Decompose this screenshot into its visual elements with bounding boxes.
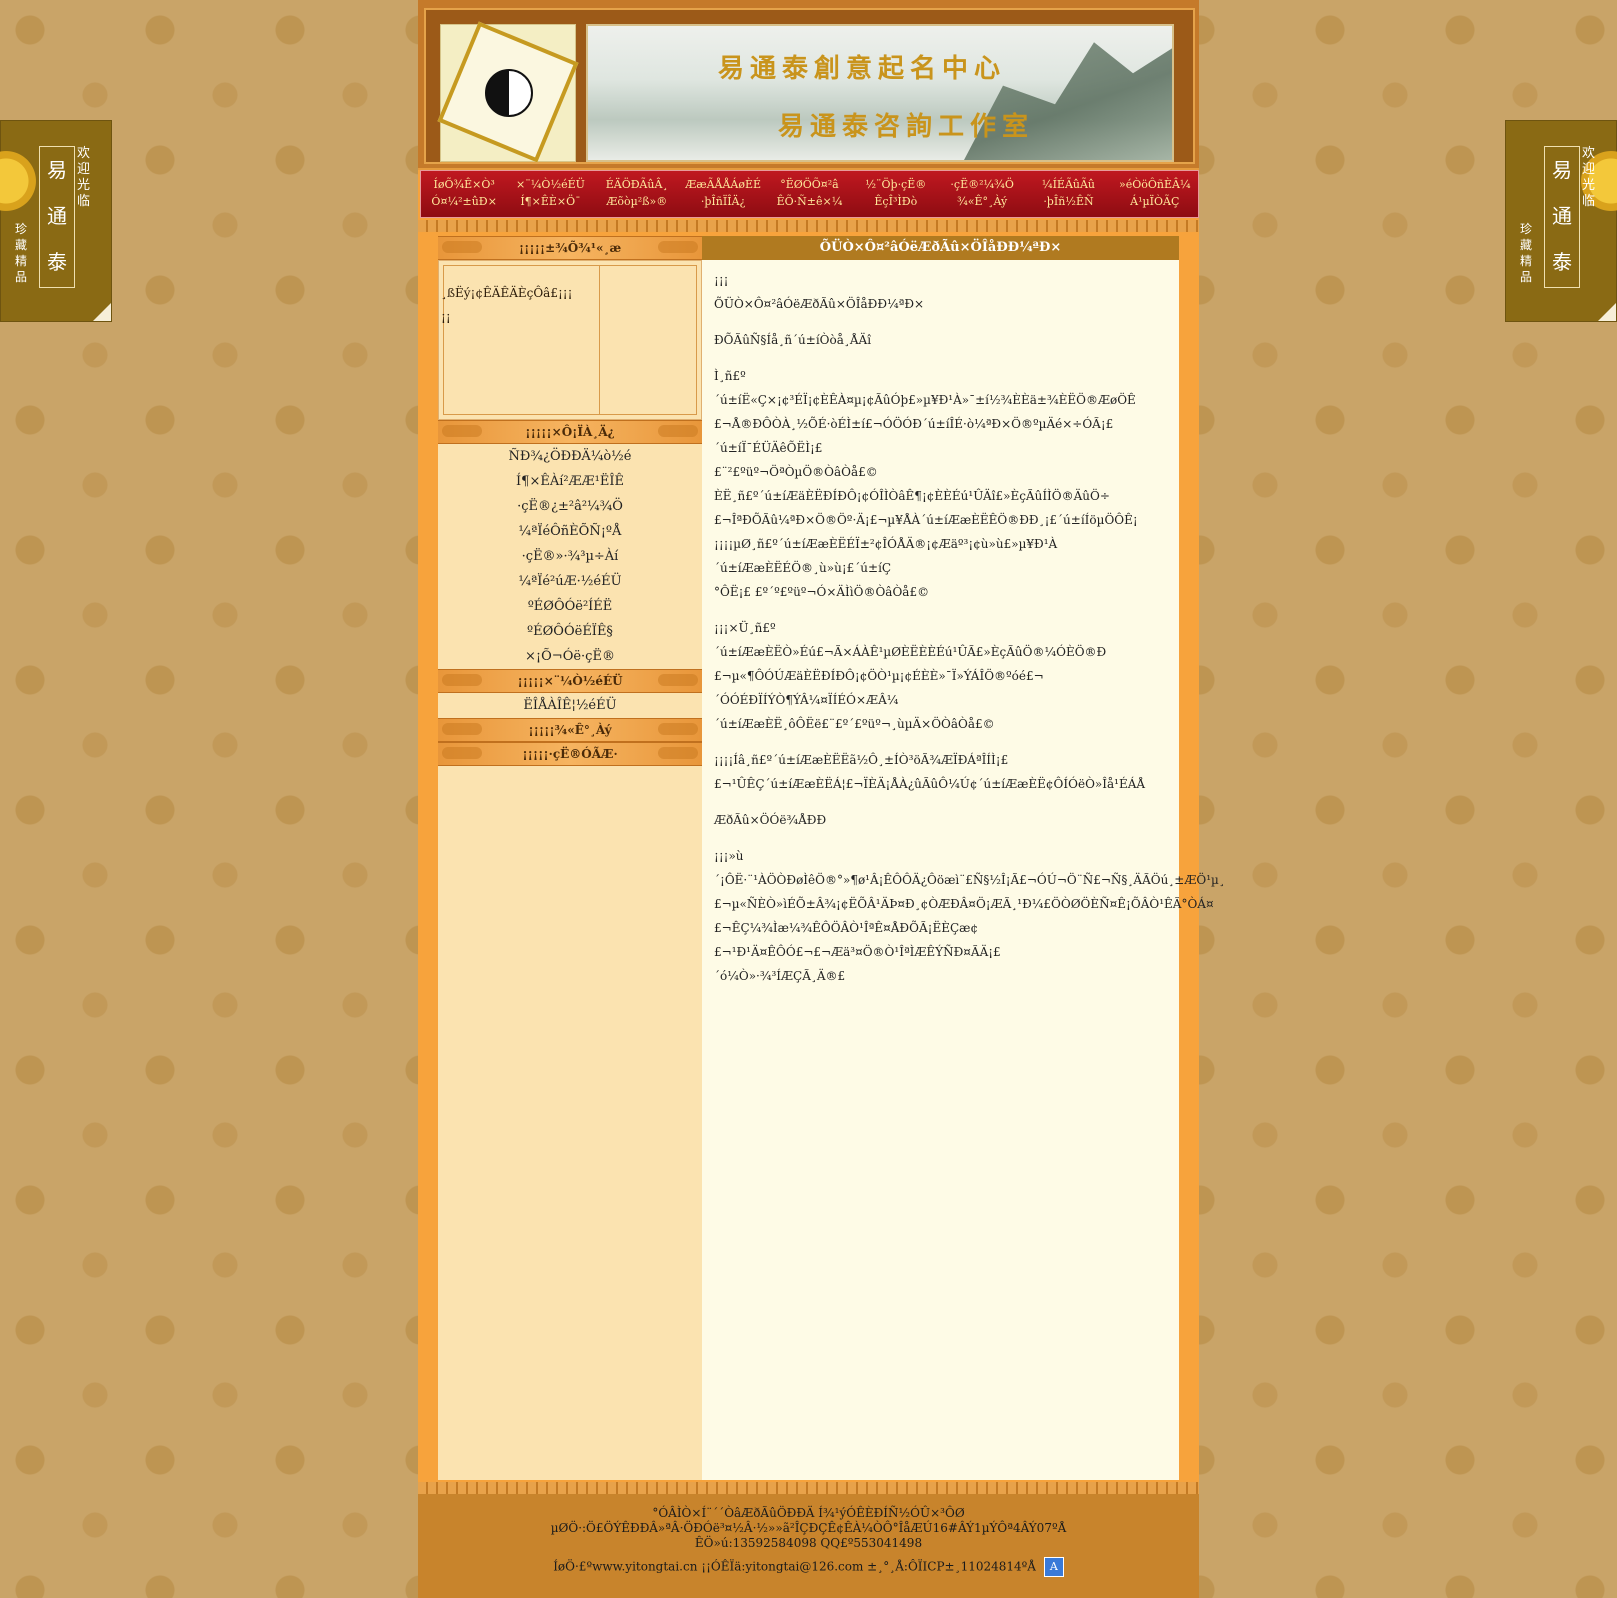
notice-header: ¡¡¡¡¡±¾Õ¾¹«¸æ: [438, 236, 702, 260]
article-paragraph: ¡¡¡¡Íâ¸ñ£º´ú±íÆæÈËËã½Ô¸±ÍÒ³öÃ¾ÆÏÐÁªÎÍÌ¡£…: [714, 753, 1146, 791]
side-ad-brand: 易通泰: [1544, 146, 1580, 288]
scroll-ornament-icon: [442, 723, 482, 735]
side-ad-welcome: 欢迎光临: [77, 146, 91, 209]
experts-header: ¡¡¡¡¡×¨¼Ò½éÉÜ: [438, 669, 702, 693]
scroll-ornament-icon: [658, 241, 698, 253]
services-header: ¡¡¡¡¡×Ô¡ÏÀ¸Ä¿: [438, 420, 702, 444]
left-sidebar: ¡¡¡¡¡±¾Õ¾¹«¸æ ¸ßËý¡¢ÊÄÊÄÈçÔâ£¡¡¡ ¡¡ ¡¡¡¡…: [438, 236, 702, 1480]
scroll-ornament-icon: [442, 747, 482, 759]
scroll-ornament-icon: [442, 674, 482, 686]
nav-item-2[interactable]: ×¨¼Ò½éÉÜ Í¶×ÊÈ×Ö¯: [507, 171, 593, 217]
scroll-ornament-icon: [658, 747, 698, 759]
sun-icon: [0, 146, 41, 216]
expert-link[interactable]: ËÎÅÀÎÊ¦½éÉÜ: [438, 693, 702, 718]
side-ad-brand: 易通泰: [39, 146, 75, 288]
footer-address: µØÖ·:Ö£ÖÝÊÐÐÂ»ªÂ·ÖÐÓë³¤½­Â·½»»ã²ÎÇÐÇÊ¢ÊÀ…: [550, 1521, 1067, 1535]
service-link[interactable]: ºÉØÔÓë²ÍÉË: [438, 594, 702, 619]
nav-item-9[interactable]: »éÒöÔñÈÂ¼ Á¹µÏÒÃÇ: [1112, 171, 1198, 217]
side-ad-right[interactable]: 易通泰 欢迎光临 珍藏精品: [1505, 120, 1617, 322]
stats-badge-icon[interactable]: A: [1043, 1557, 1064, 1577]
article-title: ÕÜÒ×Ô¤²âÓëÆðÃû×ÖÎåÐÐ¼ªÐ×: [702, 236, 1179, 260]
page-fold-icon[interactable]: [93, 303, 111, 321]
side-ad-treasure: 珍藏精品: [15, 222, 28, 284]
nav-item-7[interactable]: ·çË®²¼¾Ö ¾«Ê°¸Àý: [939, 171, 1025, 217]
bagua-logo[interactable]: [437, 21, 579, 163]
footer-site-info[interactable]: ÍøÖ·£ºwww.yitongtai.cn ¡¡ÓÊÏä:yitongtai@…: [553, 1560, 1036, 1574]
service-link[interactable]: ×¡Õ¬Óë·çË®: [438, 644, 702, 669]
banner-title-2: 易通泰咨詢工作室: [778, 112, 1035, 142]
banner-title-1: 易通泰創意起名中心: [718, 54, 1007, 84]
scroll-ornament-icon: [442, 425, 482, 437]
article-paragraph: Ì¸ñ£º´ú±íË«Ç×¡¢³ÉÏ¡¢ÈÊÀ¤µ¡¢ÃûÓþ£»µ¥Ð¹À»¯…: [714, 369, 1138, 599]
service-link[interactable]: ºÉØÔÓëÉÏÊ§: [438, 619, 702, 644]
cases-header[interactable]: ¡¡¡¡¡¾«Ê°¸Àý: [438, 718, 702, 742]
service-link[interactable]: ·çË®¿±²â²¼¾Ö: [438, 494, 702, 519]
article-paragraph: ¡¡¡ ÕÜÒ×Ô¤²âÓëÆðÃû×ÖÎåÐÐ¼ªÐ×: [714, 273, 925, 311]
main-nav: ÍøÕ¾Ê×Ò³ Ó¤¼²±ûÐ× ×¨¼Ò½éÉÜ Í¶×ÊÈ×Ö¯ ÉÄÖÐÃû…: [420, 170, 1199, 218]
nav-item-3[interactable]: ÉÄÖÐÃûÂ¸ Æõòµ²ß»®: [594, 171, 680, 217]
nav-item-6[interactable]: ½¨Öþ·çË® ÊçÎ³ÌÐò: [853, 171, 939, 217]
side-ad-welcome: 欢迎光临: [1582, 146, 1596, 209]
notice-text: ¸ßËý¡¢ÊÄÊÄÈçÔâ£¡¡¡ ¡¡: [441, 286, 573, 324]
service-link[interactable]: Í¶×ÊÀí²ÆÆ¹ËÎÊ: [438, 469, 702, 494]
service-link[interactable]: ¼ªÏé²úÆ·½éÉÜ: [438, 569, 702, 594]
header: 易通泰創意起名中心 易通泰咨詢工作室: [418, 0, 1199, 170]
fengshui-products-header[interactable]: ¡¡¡¡¡·çË®ÓÃÆ·: [438, 742, 702, 766]
nav-item-1[interactable]: ÍøÕ¾Ê×Ò³ Ó¤¼²±ûÐ×: [421, 171, 507, 217]
article-body: ¡¡¡ ÕÜÒ×Ô¤²âÓëÆðÃû×ÖÎåÐÐ¼ªÐ× ÐÕÃûÑ§Íå¸ñ´…: [702, 260, 1225, 988]
notice-box: ¸ßËý¡¢ÊÄÊÄÈçÔâ£¡¡¡ ¡¡: [438, 260, 702, 420]
footer: °ÓÂÌÒ×Í¨´´ÒâÆðÃûÖÐÐÄ Í¾¹ýÓÊÈÐÍÑ½ÓÛ×³ÔØ µ…: [418, 1494, 1199, 1598]
service-link[interactable]: ·çË®»·¾³µ÷Àí: [438, 544, 702, 569]
decorative-strip: [418, 220, 1199, 232]
yin-yang-icon: [485, 69, 533, 117]
scroll-ornament-icon: [658, 723, 698, 735]
main-article-column: ÕÜÒ×Ô¤²âÓëÆðÃû×ÖÎåÐÐ¼ªÐ× ¡¡¡ ÕÜÒ×Ô¤²âÓëÆ…: [702, 236, 1225, 1480]
footer-line: °ÓÂÌÒ×Í¨´´ÒâÆðÃûÖÐÐÄ Í¾¹ýÓÊÈÐÍÑ½ÓÛ×³ÔØ: [652, 1506, 965, 1520]
article-paragraph: ¡¡¡×Ü¸ñ£º´ú±íÆæÈËÒ»Éú£¬Ã×ÁÀÊ¹µØÈËÈÈÉú¹ÛÃ…: [714, 621, 1107, 731]
scroll-ornament-icon: [658, 674, 698, 686]
service-link[interactable]: ÑÐ¾¿ÖÐÐÄ¼ò½é: [438, 444, 702, 469]
article-paragraph: ÐÕÃûÑ§Íå¸ñ´ú±íÒòå¸ÅÄî: [714, 333, 872, 347]
scroll-ornament-icon: [442, 241, 482, 253]
footer-links: ÍøÖ·£ºwww.yitongtai.cn ¡¡ÓÊÏä:yitongtai@…: [418, 1557, 1199, 1577]
side-ad-treasure: 珍藏精品: [1520, 222, 1533, 284]
decorative-strip: [418, 1482, 1199, 1494]
header-banner: 易通泰創意起名中心 易通泰咨詢工作室: [586, 24, 1174, 162]
article-paragraph: ÆðÃû×ÖÓë¾ÅÐÐ: [714, 813, 827, 827]
article-paragraph: ¡¡¡»ù´¡ÔË·¨¹ÀÖÒÐøÌêÖ®°»¶ø¹Â¡ÊÔÔÄ¿Ôöæì¨£Ñ…: [714, 849, 1225, 983]
page-fold-icon[interactable]: [1598, 303, 1616, 321]
nav-item-5[interactable]: °ËØÖÕ¤²â ÊÕ·Ñ±ê×¼: [766, 171, 852, 217]
footer-contact: ÊÖ»ú:13592584098 QQ£º553041498: [694, 1536, 923, 1550]
service-link[interactable]: ¼ªÏéÔñÈÕÑ¡ºÅ: [438, 519, 702, 544]
scroll-ornament-icon: [658, 425, 698, 437]
notice-divider: [599, 265, 600, 415]
nav-item-4[interactable]: ÆæÃÅÅÁøÈÉ ·þÎñÏÎÄ¿: [680, 171, 766, 217]
nav-item-8[interactable]: ¼ÍÉÃûÃû ·þÎñ½ÊÑ: [1025, 171, 1111, 217]
content-area: ¡¡¡¡¡±¾Õ¾¹«¸æ ¸ßËý¡¢ÊÄÊÄÈçÔâ£¡¡¡ ¡¡ ¡¡¡¡…: [438, 236, 1225, 1480]
page-wrapper: 易通泰創意起名中心 易通泰咨詢工作室 ÍøÕ¾Ê×Ò³ Ó¤¼²±ûÐ× ×¨¼Ò…: [418, 0, 1225, 1598]
side-ad-left[interactable]: 易通泰 欢迎光临 珍藏精品: [0, 120, 112, 322]
